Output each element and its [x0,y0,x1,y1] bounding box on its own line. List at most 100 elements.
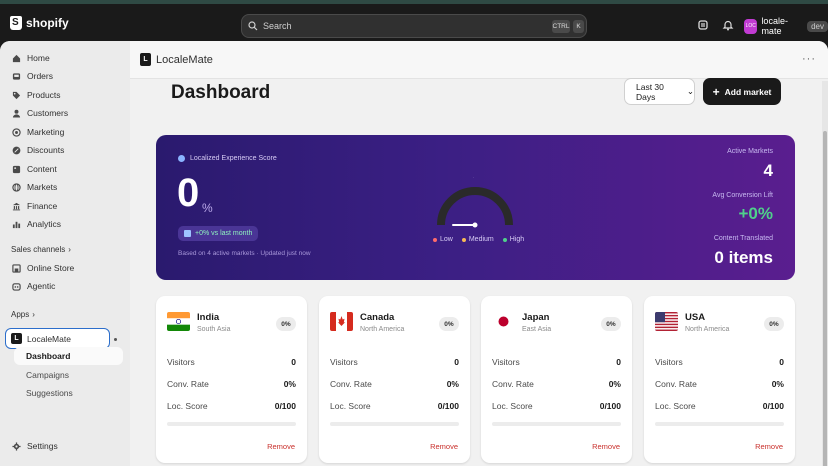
sidebar-item-label: Markets [27,182,58,192]
conv-rate-label: Conv. Rate [492,379,534,389]
page-title: Dashboard [171,82,271,103]
remove-market-button[interactable]: Remove [430,442,458,451]
market-card-japan: Japan East Asia 0% Visitors 0 Conv. Rate… [481,296,632,463]
content-translated-value: 0 items [714,248,773,267]
account-menu[interactable]: LOC locale-mate dev [744,16,828,36]
remove-market-button[interactable]: Remove [755,442,783,451]
legend-high-dot [502,237,507,242]
score-value: 0 [177,171,200,215]
store-sync-icon[interactable] [697,19,709,31]
market-score-badge: 0% [601,317,621,331]
legend-low: Low [433,236,453,243]
conv-rate-value: 0% [446,379,459,389]
date-range-select[interactable]: Last 30 Days ⌄ [624,78,695,105]
home-icon [12,54,21,62]
avatar: LOC [744,18,758,34]
market-region: South Asia [197,326,231,333]
sidebar-item-settings[interactable]: Settings [4,437,124,455]
sidebar-item-marketing[interactable]: Marketing [4,123,124,141]
bell-icon[interactable] [722,19,734,31]
gauge-track [437,187,513,226]
japan-flag-icon [492,312,515,331]
sidebar-item-analytics[interactable]: Analytics [4,215,124,233]
search-input[interactable]: Search CTRL K [241,14,587,38]
active-markets-value: 4 [763,161,773,180]
chevron-down-icon: ⌄ [686,86,694,96]
visitors-value: 0 [779,357,784,367]
trend-badge: +0% vs last month [178,226,259,241]
content-translated-label: Content Translated [713,235,773,242]
sidebar-item-label: Products [27,90,61,100]
gauge-legend: Low Medium High [433,236,524,243]
usa-flag-icon [655,312,678,331]
sidebar-item-content[interactable]: Content [4,160,124,178]
apps-header[interactable]: Apps › [11,310,35,319]
app-header: L LocaleMate ··· [130,41,828,79]
loc-score-value: 0/100 [762,401,784,411]
add-market-button[interactable]: + Add market [703,78,781,105]
remove-market-button[interactable]: Remove [267,442,295,451]
globe-icon [178,155,185,162]
conv-rate-value: 0% [608,379,621,389]
score-hero-card: Localized Experience Score 0 % +0% vs la… [156,135,795,280]
agent-icon [12,282,21,291]
sidebar-item-label: Marketing [27,127,65,137]
conv-rate-label: Conv. Rate [655,379,697,389]
sidebar-subitem-dashboard[interactable]: Dashboard [14,347,123,365]
discount-icon [12,146,21,154]
score-gauge: · [437,175,513,228]
app-title: L LocaleMate [140,53,213,66]
sidebar-item-online-store[interactable]: Online Store [4,259,124,277]
sidebar-item-customers[interactable]: Customers [4,104,124,122]
market-score-badge: 0% [439,317,459,331]
market-score-badge: 0% [276,317,296,331]
sidebar-item-orders[interactable]: Orders [4,67,124,85]
legend-low-dot [433,237,437,242]
sidebar-item-label: Customers [27,108,69,118]
remove-market-button[interactable]: Remove [592,442,620,451]
sidebar: Home Orders Products Customers Marketing… [0,41,130,466]
sidebar-item-discounts[interactable]: Discounts [4,141,124,159]
dev-badge: dev [807,20,828,32]
loc-score-value: 0/100 [437,401,459,411]
loc-score-bar [330,422,459,426]
more-actions-icon[interactable]: ··· [802,53,816,65]
scrollbar-thumb[interactable] [823,131,827,466]
sidebar-item-localemate[interactable]: L LocaleMate [5,328,110,349]
sidebar-item-label: Home [27,53,50,63]
pin-indicator [114,338,117,341]
legend-high: High [502,236,525,243]
market-card-india: India South Asia 0% Visitors 0 Conv. Rat… [156,296,307,463]
india-flag-icon [167,312,190,331]
score-label: Localized Experience Score [178,155,277,162]
sidebar-item-agentic[interactable]: Agentic [4,277,124,295]
sidebar-item-markets[interactable]: Markets [4,178,124,196]
sidebar-item-label: Online Store [27,263,75,273]
legend-medium-dot [461,237,466,242]
store-icon [12,263,21,273]
loc-score-label: Loc. Score [655,401,696,411]
sales-channels-header[interactable]: Sales channels › [11,245,71,254]
hero-footnote: Based on 4 active markets · Updated just… [178,250,311,257]
shopify-logo[interactable]: shopify [10,16,69,30]
sidebar-item-finance[interactable]: Finance [4,197,124,215]
conv-rate-label: Conv. Rate [167,379,209,389]
main-scrollbar[interactable] [822,81,828,466]
sidebar-subitem-campaigns[interactable]: Campaigns [14,366,123,384]
sidebar-subitem-suggestions[interactable]: Suggestions [14,384,123,402]
search-icon [248,21,258,31]
bank-icon [12,202,21,210]
sidebar-item-label: Agentic [27,281,56,291]
sidebar-item-label: Content [27,164,57,174]
loc-score-bar [655,422,784,426]
legend-high-label: High [509,236,525,243]
top-bar: shopify Search CTRL K LOC locale-mate de… [0,0,828,44]
sidebar-item-home[interactable]: Home [4,49,124,67]
loc-score-bar [167,422,296,426]
gauge-tick-marker: · [473,175,474,180]
sidebar-item-products[interactable]: Products [4,86,124,104]
loc-score-value: 0/100 [599,401,621,411]
market-name: USA [685,312,706,323]
admin-shell: Home Orders Products Customers Marketing… [0,41,828,466]
visitors-value: 0 [616,357,621,367]
